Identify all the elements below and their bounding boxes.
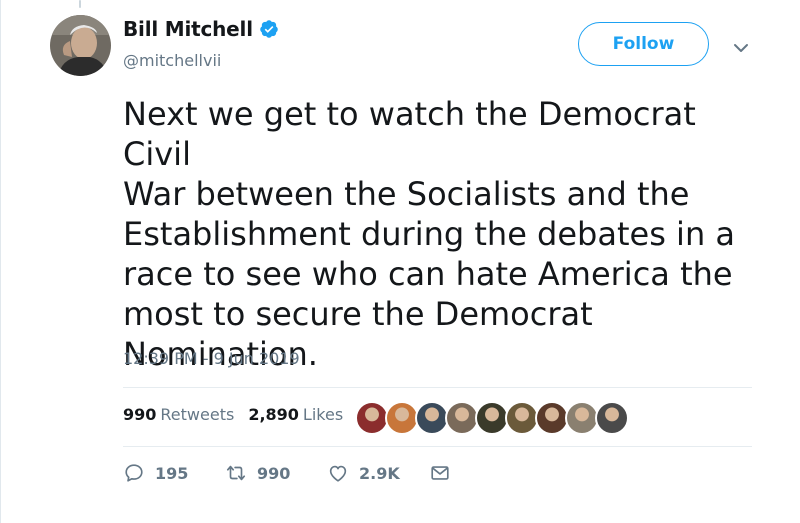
likes-stat[interactable]: 2,890 Likes — [248, 405, 343, 424]
liker-avatar[interactable] — [445, 401, 479, 435]
reply-icon — [125, 464, 143, 482]
retweet-icon — [226, 465, 246, 481]
like-button[interactable]: 2.9K — [327, 462, 429, 484]
divider-top — [123, 387, 752, 388]
likers-avatar-list — [355, 401, 629, 435]
author-name[interactable]: Bill Mitchell — [123, 17, 253, 41]
divider-bottom — [123, 446, 752, 447]
follow-button[interactable]: Follow — [578, 22, 709, 66]
avatar-photo — [50, 15, 111, 76]
envelope-icon — [431, 466, 449, 480]
tweet-stats: 990 Retweets 2,890 Likes — [123, 405, 343, 424]
retweet-count: 990 — [257, 463, 291, 483]
tweet-text: Next we get to watch the Democrat Civil … — [123, 95, 735, 373]
reply-count: 195 — [155, 463, 189, 483]
likes-count: 2,890 — [248, 405, 299, 424]
tweet-timestamp[interactable]: 12:39 PM - 9 Jun 2019 — [123, 349, 300, 368]
thread-connector-line — [79, 0, 81, 8]
author-handle[interactable]: @mitchellvii — [123, 51, 221, 70]
retweets-stat[interactable]: 990 Retweets — [123, 405, 234, 424]
liker-avatar[interactable] — [595, 401, 629, 435]
like-count: 2.9K — [359, 463, 400, 483]
retweets-count: 990 — [123, 405, 157, 424]
verified-badge-icon — [259, 19, 279, 39]
reply-button[interactable]: 195 — [123, 462, 225, 484]
likes-label: Likes — [302, 405, 344, 424]
liker-avatar[interactable] — [415, 401, 449, 435]
liker-avatar[interactable] — [535, 401, 569, 435]
direct-message-button[interactable] — [429, 462, 451, 484]
retweets-label: Retweets — [160, 405, 235, 424]
chevron-down-icon[interactable] — [731, 38, 751, 58]
author-avatar[interactable] — [50, 15, 111, 76]
liker-avatar[interactable] — [355, 401, 389, 435]
heart-icon — [329, 465, 347, 482]
retweet-button[interactable]: 990 — [225, 462, 327, 484]
liker-avatar[interactable] — [565, 401, 599, 435]
liker-avatar[interactable] — [385, 401, 419, 435]
tweet-actions: 195 990 2.9K — [123, 462, 451, 484]
left-border — [0, 0, 1, 523]
liker-avatar[interactable] — [505, 401, 539, 435]
liker-avatar[interactable] — [475, 401, 509, 435]
